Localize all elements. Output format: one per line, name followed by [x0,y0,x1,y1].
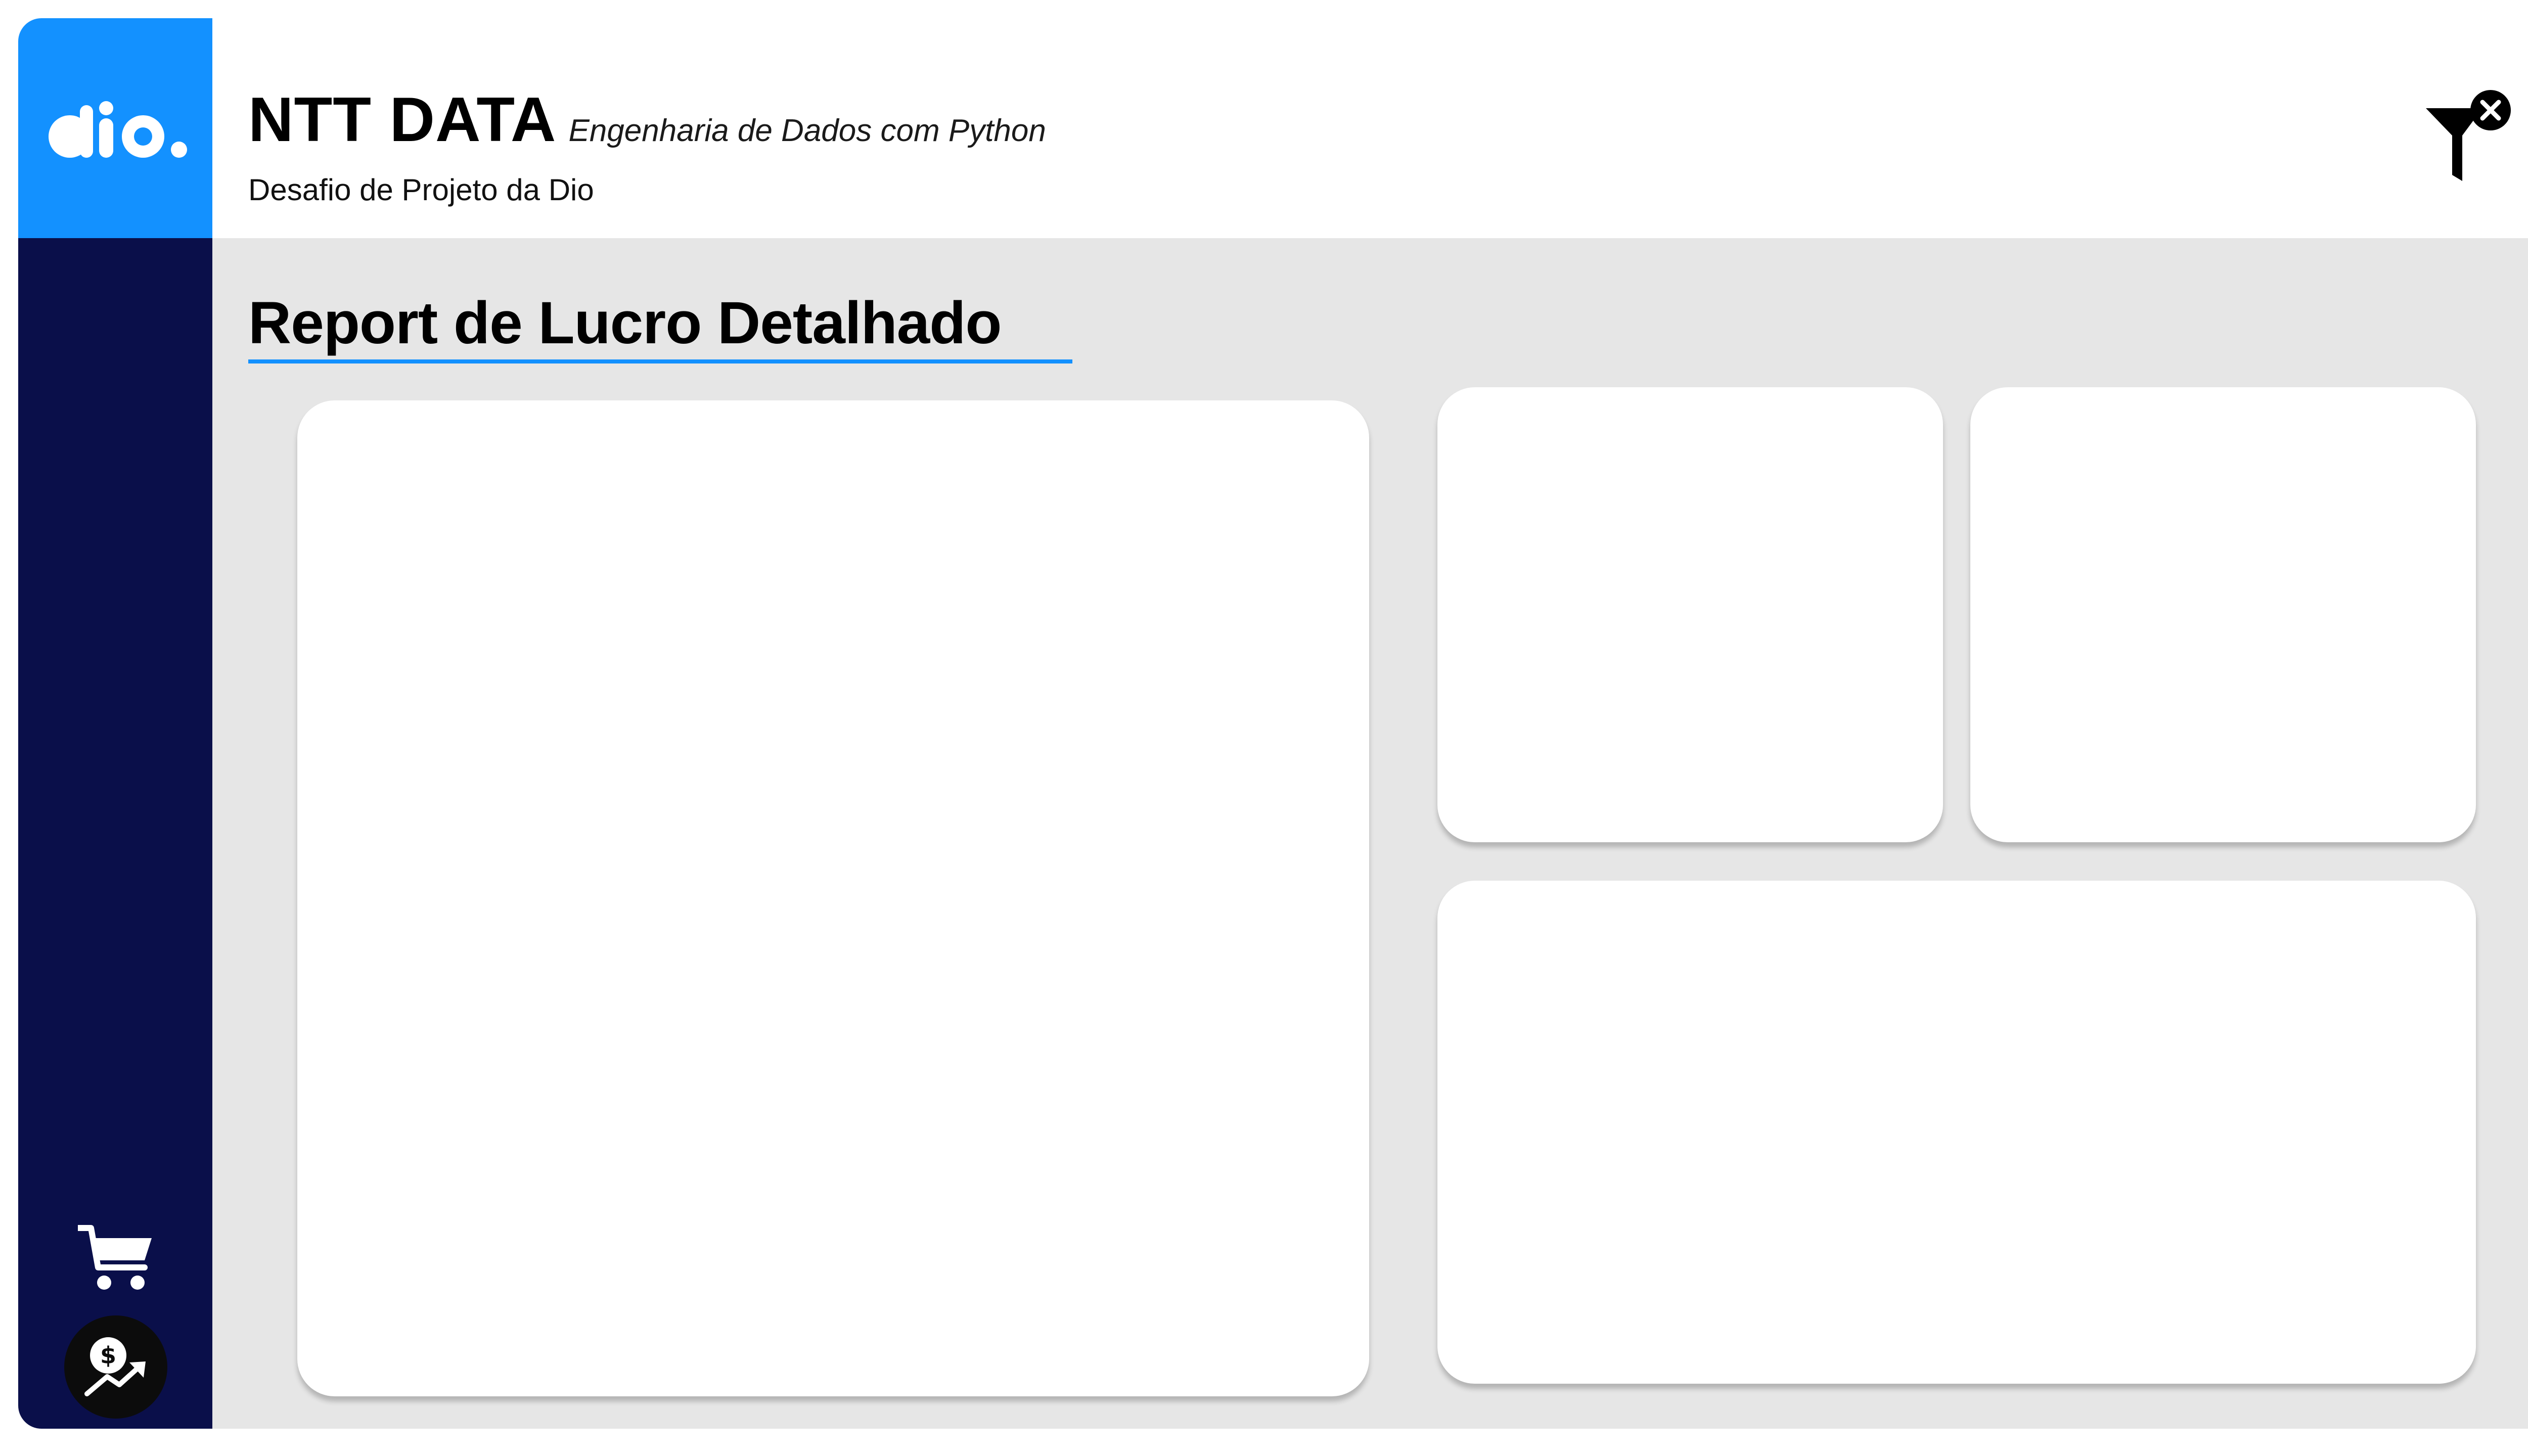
project-subtitle: Desafio de Projeto da Dio [248,173,594,207]
sidebar: $ [18,238,212,1429]
brand-title: NTT DATA [248,85,557,155]
main-visual-card[interactable] [297,400,1369,1396]
clear-filters-button[interactable] [2426,89,2517,190]
dio-logo-icon [49,101,187,158]
svg-text:$: $ [100,1342,116,1369]
shopping-cart-icon [75,1225,152,1290]
logo-box [18,18,212,238]
sidebar-item-profit[interactable]: $ [64,1315,167,1419]
title-underline [248,359,1072,363]
page-title: Report de Lucro Detalhado [248,290,1002,356]
report-canvas: NTT DATA Engenharia de Dados com Python … [18,18,2528,1429]
bottom-visual-card[interactable] [1437,881,2476,1384]
course-title: Engenharia de Dados com Python [568,113,1046,148]
header: NTT DATA Engenharia de Dados com Python … [18,18,2528,238]
kpi-card-1[interactable] [1437,387,1943,842]
sidebar-item-sales[interactable] [75,1224,153,1291]
profit-icon: $ [84,1337,146,1396]
filter-clear-icon [2426,90,2511,181]
kpi-card-2[interactable] [1970,387,2476,842]
app-title: NTT DATA Engenharia de Dados com Python [248,84,1046,156]
